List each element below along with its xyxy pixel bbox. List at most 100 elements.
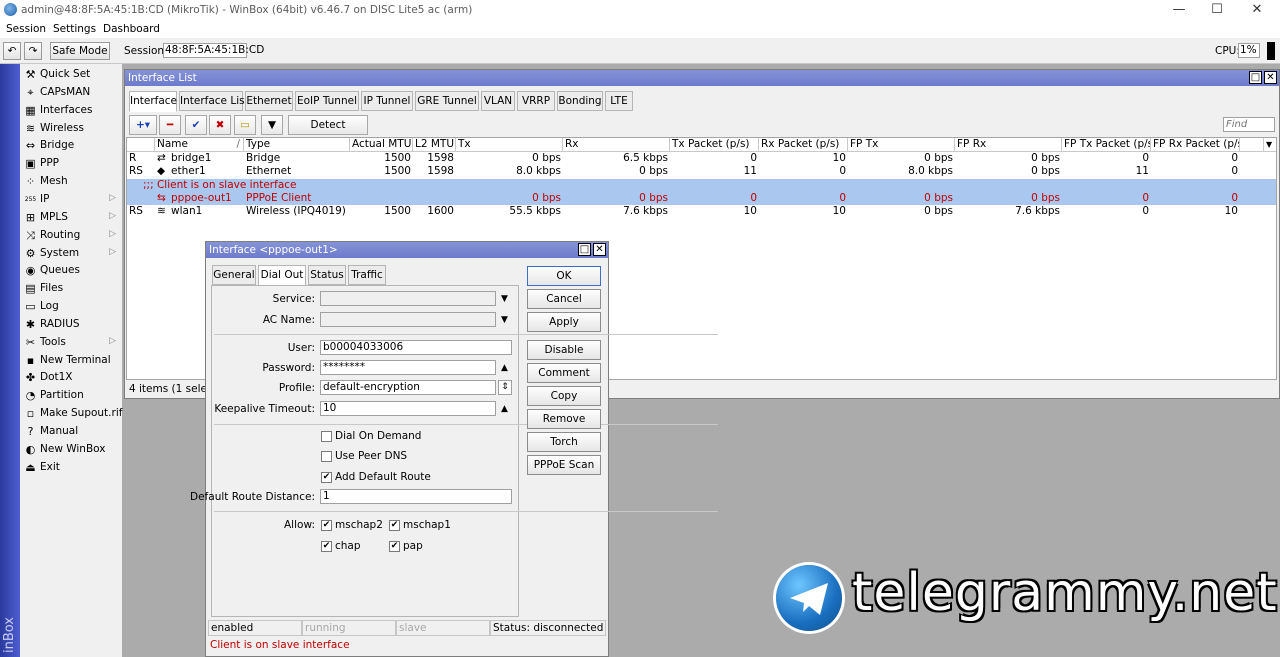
find-input[interactable] <box>1223 117 1275 132</box>
use-peer-dns-checkbox[interactable] <box>321 451 332 462</box>
service-field[interactable] <box>320 291 496 306</box>
column-type[interactable]: Type <box>244 138 350 152</box>
sidebar-item-routing[interactable]: ⤨ Routing ▷ <box>22 227 120 244</box>
redo-button[interactable]: ↷ <box>24 42 42 60</box>
ok-button[interactable]: OK <box>527 266 601 286</box>
column-fp-tx[interactable]: FP Tx <box>848 138 955 152</box>
ac-name-dropdown-icon[interactable]: ▼ <box>501 315 508 325</box>
pppoe-scan-button[interactable]: PPPoE Scan <box>527 455 601 475</box>
pap-checkbox[interactable]: ✔ <box>389 541 400 552</box>
table-row[interactable]: RS ◆ ether1 Ethernet 1500 1598 8.0 kbps 0 bps 11… <box>127 165 1276 178</box>
torch-button[interactable]: Torch <box>527 432 601 452</box>
sidebar-item-ppp[interactable]: ▣ PPP <box>22 155 120 172</box>
tab-interface-list[interactable]: Interface List <box>179 91 249 111</box>
default-route-distance-field[interactable]: 1 <box>320 489 512 504</box>
sidebar-item-exit[interactable]: ⏏ Exit <box>22 459 120 476</box>
sidebar-item-new-winbox[interactable]: ◐ New WinBox <box>22 441 120 458</box>
safe-mode-button[interactable]: Safe Mode <box>50 42 110 60</box>
add-button[interactable]: +▾ <box>129 115 157 135</box>
dial-on-demand-checkbox[interactable] <box>321 431 332 442</box>
profile-dropdown-icon[interactable]: ⇕ <box>498 380 512 395</box>
tab-lte[interactable]: LTE <box>605 91 633 111</box>
sidebar-item-bridge[interactable]: ⇔ Bridge <box>22 137 120 154</box>
sidebar-item-manual[interactable]: ? Manual <box>22 423 120 440</box>
column-chooser-dropdown[interactable]: ▼ <box>1264 138 1276 152</box>
enable-button[interactable]: ✔ <box>185 115 207 135</box>
table-row[interactable]: R ⇄ bridge1 Bridge 1500 1598 0 bps 6.5 kbps 0 10 0… <box>127 152 1276 165</box>
interface-list-close-button[interactable]: ✕ <box>1264 71 1277 84</box>
sidebar-item-mesh[interactable]: ⁘ Mesh <box>22 173 120 190</box>
sidebar-item-ip[interactable]: 255 IP ▷ <box>22 191 120 208</box>
tab-vlan[interactable]: VLAN <box>481 91 515 111</box>
sidebar-item-mpls[interactable]: ⊞ MPLS ▷ <box>22 209 120 226</box>
password-field[interactable]: ******** <box>320 360 496 375</box>
column-tx-packet[interactable]: Tx Packet (p/s) <box>670 138 759 152</box>
tab-ip-tunnel[interactable]: IP Tunnel <box>361 91 413 111</box>
column-fp-tx-packet[interactable]: FP Tx Packet (p/s) <box>1062 138 1151 152</box>
column-fp-rx-packet[interactable]: FP Rx Packet (p/s) <box>1151 138 1240 152</box>
keepalive-timeout-field[interactable]: 10 <box>320 401 496 416</box>
user-field[interactable]: b00004033006 <box>320 340 512 355</box>
cancel-button[interactable]: Cancel <box>527 289 601 309</box>
table-row-comment[interactable]: ;;; Client is on slave interface <box>127 178 1276 192</box>
table-row[interactable]: ⇆ pppoe-out1 PPPoE Client 0 bps 0 bps 0 0 0 bps… <box>127 191 1276 205</box>
column-tx[interactable]: Tx <box>456 138 563 152</box>
sidebar-item-tools[interactable]: ✂ Tools ▷ <box>22 334 120 351</box>
tab-vrrp[interactable]: VRRP <box>517 91 555 111</box>
disable-interface-button[interactable]: Disable <box>527 340 601 360</box>
sidebar-item-quick-set[interactable]: ⚒ Quick Set <box>22 66 120 83</box>
sidebar-item-make-supout-rif[interactable]: ▫ Make Supout.rif <box>22 405 123 422</box>
column-actual-mtu[interactable]: Actual MTU <box>350 138 413 152</box>
remove-interface-button[interactable]: Remove <box>527 409 601 429</box>
copy-button[interactable]: Copy <box>527 386 601 406</box>
column-fp-rx[interactable]: FP Rx <box>955 138 1062 152</box>
filter-button[interactable]: ▼ <box>261 115 283 135</box>
password-collapse-icon[interactable]: ▲ <box>501 363 508 373</box>
profile-select[interactable]: default-encryption <box>320 380 496 395</box>
disable-button[interactable]: ✖ <box>209 115 231 135</box>
column-name[interactable]: Name / <box>155 138 244 152</box>
sidebar-item-dot1x[interactable]: ✤ Dot1X <box>22 369 120 386</box>
keepalive-collapse-icon[interactable]: ▲ <box>501 404 508 414</box>
tab-dial-out[interactable]: Dial Out <box>258 265 306 286</box>
tab-ethernet[interactable]: Ethernet <box>245 91 293 111</box>
maximize-button[interactable]: ☐ <box>1198 0 1236 20</box>
sidebar-item-partition[interactable]: ◔ Partition <box>22 387 120 404</box>
tab-interface[interactable]: Interface <box>129 91 177 112</box>
session-field[interactable]: 48:8F:5A:45:1B:CD <box>163 43 264 58</box>
sidebar-item-wireless[interactable]: ≋ Wireless <box>22 120 120 137</box>
service-dropdown-icon[interactable]: ▼ <box>501 294 508 304</box>
tab-eoip-tunnel[interactable]: EoIP Tunnel <box>295 91 359 111</box>
detect-internet-button[interactable]: Detect Internet <box>288 115 368 149</box>
comment-button[interactable]: ▭ <box>234 115 256 135</box>
tab-gre-tunnel[interactable]: GRE Tunnel <box>415 91 479 111</box>
sidebar-item-radius[interactable]: ✱ RADIUS <box>22 316 120 333</box>
tab-general[interactable]: General <box>212 265 256 285</box>
menu-session[interactable]: Session <box>6 23 46 35</box>
menu-dashboard[interactable]: Dashboard <box>103 23 160 35</box>
sidebar-item-capsman[interactable]: ⌖ CAPsMAN <box>22 84 120 101</box>
ac-name-field[interactable] <box>320 312 496 327</box>
remove-button[interactable]: ━ <box>159 115 181 135</box>
tab-traffic[interactable]: Traffic <box>348 265 386 285</box>
tab-status[interactable]: Status <box>308 265 346 285</box>
sidebar-item-log[interactable]: ▭ Log <box>22 298 120 315</box>
tab-bonding[interactable]: Bonding <box>557 91 603 111</box>
sidebar-item-files[interactable]: ▤ Files <box>22 280 120 297</box>
sidebar-item-system[interactable]: ⚙ System ▷ <box>22 245 120 262</box>
interface-list-restore-button[interactable]: □ <box>1249 71 1262 84</box>
minimize-button[interactable]: — <box>1160 0 1198 20</box>
column-rx-packet[interactable]: Rx Packet (p/s) <box>759 138 848 152</box>
column-rx[interactable]: Rx <box>563 138 670 152</box>
chap-checkbox[interactable]: ✔ <box>321 541 332 552</box>
mschap2-checkbox[interactable]: ✔ <box>321 520 332 531</box>
menu-settings[interactable]: Settings <box>53 23 96 35</box>
undo-button[interactable]: ↶ <box>3 42 21 60</box>
column-l2-mtu[interactable]: L2 MTU <box>413 138 456 152</box>
table-row[interactable]: RS ≋ wlan1 Wireless (IPQ4019) 1500 1600 55.5 k… <box>127 205 1276 218</box>
comment-interface-button[interactable]: Comment <box>527 363 601 383</box>
close-window-button[interactable]: ✕ <box>1238 0 1276 20</box>
sidebar-item-new-terminal[interactable]: ▪ New Terminal <box>22 352 120 369</box>
mschap1-checkbox[interactable]: ✔ <box>389 520 400 531</box>
dialog-restore-button[interactable]: □ <box>578 243 591 256</box>
